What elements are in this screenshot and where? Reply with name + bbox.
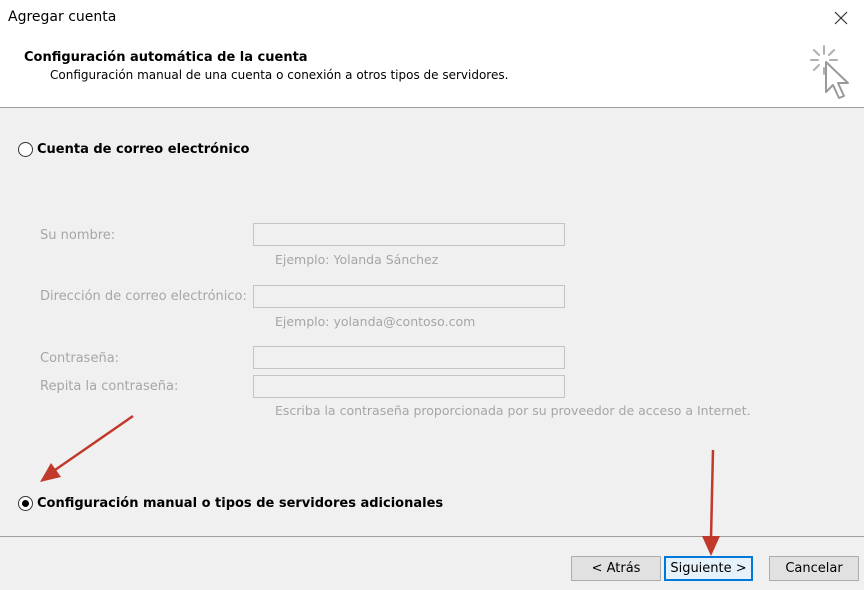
- email-hint: Ejemplo: yolanda@contoso.com: [275, 314, 476, 329]
- name-input[interactable]: [253, 223, 565, 246]
- repeat-password-input[interactable]: [253, 375, 565, 398]
- add-account-dialog: Agregar cuenta Configuración automática …: [0, 0, 864, 590]
- email-account-label: Cuenta de correo electrónico: [37, 142, 250, 157]
- manual-config-radio[interactable]: [18, 496, 33, 511]
- password-input[interactable]: [253, 346, 565, 369]
- back-button[interactable]: < Atrás: [571, 556, 661, 581]
- close-button[interactable]: [818, 0, 864, 36]
- next-button[interactable]: Siguiente >: [664, 556, 753, 581]
- password-hint: Escriba la contraseña proporcionada por …: [275, 403, 751, 418]
- cancel-button[interactable]: Cancelar: [769, 556, 859, 581]
- footer-divider: [0, 536, 864, 537]
- name-hint: Ejemplo: Yolanda Sánchez: [275, 252, 439, 267]
- header-title: Configuración automática de la cuenta: [24, 50, 308, 65]
- email-input[interactable]: [253, 285, 565, 308]
- close-icon: [834, 11, 848, 25]
- header-band: Configuración automática de la cuenta Co…: [0, 36, 864, 108]
- cursor-click-icon: [810, 45, 849, 99]
- repeat-password-label: Repita la contraseña:: [40, 379, 179, 394]
- annotation-arrow-next: [702, 449, 720, 556]
- window-title: Agregar cuenta: [8, 9, 117, 25]
- email-account-option[interactable]: Cuenta de correo electrónico: [18, 142, 249, 157]
- manual-config-label: Configuración manual o tipos de servidor…: [37, 496, 444, 511]
- manual-config-option[interactable]: Configuración manual o tipos de servidor…: [18, 496, 443, 511]
- header-subtitle: Configuración manual de una cuenta o con…: [50, 68, 509, 82]
- title-bar: Agregar cuenta: [0, 0, 864, 36]
- name-label: Su nombre:: [40, 228, 116, 243]
- annotation-arrow-radio: [40, 414, 134, 482]
- email-label: Dirección de correo electrónico:: [40, 289, 247, 304]
- email-account-radio[interactable]: [18, 142, 33, 157]
- password-label: Contraseña:: [40, 351, 120, 366]
